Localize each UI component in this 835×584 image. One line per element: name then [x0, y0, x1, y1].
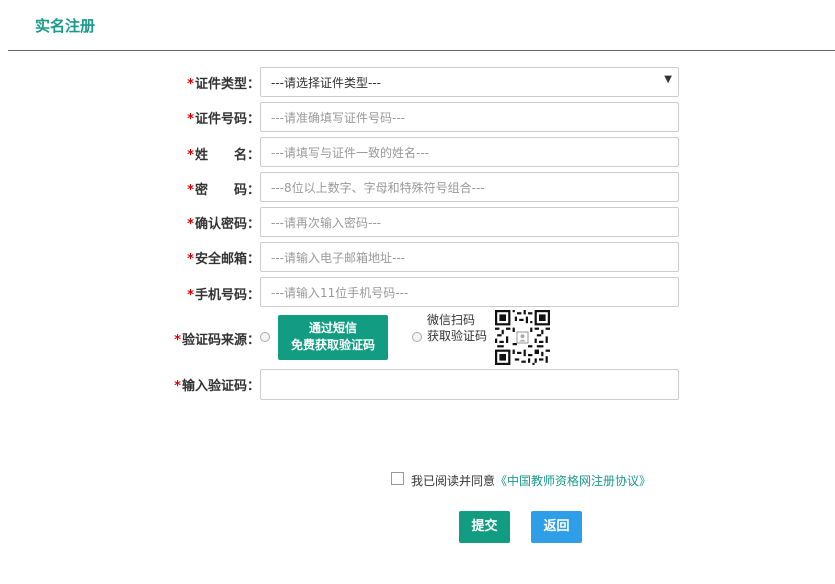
name-input[interactable]: ---请填写与证件一致的姓名--- — [260, 137, 679, 167]
confirm-password-label: *确认密码： — [187, 217, 260, 232]
phone-placeholder: ---请输入11位手机号码--- — [271, 286, 409, 300]
code-source-label: *验证码来源： — [174, 333, 260, 348]
sms-code-button[interactable]: 通过短信 免费获取验证码 — [278, 315, 388, 360]
password-placeholder: ---8位以上数字、字母和特殊符号组合--- — [271, 181, 485, 195]
id-type-label: *证件类型： — [187, 77, 260, 92]
email-input[interactable]: ---请输入电子邮箱地址--- — [260, 242, 679, 272]
id-type-select[interactable]: ---请选择证件类型--- ▼ — [260, 67, 679, 97]
code-input-label: *输入验证码： — [174, 379, 260, 394]
back-button[interactable]: 返回 — [531, 511, 582, 543]
chevron-down-icon: ▼ — [664, 74, 672, 85]
confirm-password-placeholder: ---请再次输入密码--- — [271, 216, 381, 230]
page-title: 实名注册 — [35, 17, 96, 35]
wechat-radio[interactable] — [412, 332, 422, 342]
email-placeholder: ---请输入电子邮箱地址--- — [271, 251, 405, 265]
id-number-label: *证件号码： — [187, 112, 260, 127]
password-input[interactable]: ---8位以上数字、字母和特殊符号组合--- — [260, 172, 679, 202]
confirm-password-input[interactable]: ---请再次输入密码--- — [260, 207, 679, 237]
id-number-input[interactable]: ---请准确填写证件号码--- — [260, 102, 679, 132]
header-divider — [8, 50, 835, 51]
id-number-placeholder: ---请准确填写证件号码--- — [271, 111, 405, 125]
email-label: *安全邮箱： — [187, 252, 260, 267]
agreement-checkbox[interactable] — [391, 472, 404, 485]
sms-radio[interactable] — [260, 332, 270, 342]
name-placeholder: ---请填写与证件一致的姓名--- — [271, 146, 429, 160]
name-label: *姓 名： — [187, 148, 260, 163]
password-label: *密 码： — [187, 183, 260, 198]
phone-input[interactable]: ---请输入11位手机号码--- — [260, 277, 679, 307]
submit-button[interactable]: 提交 — [459, 511, 510, 543]
qr-code-icon — [495, 310, 550, 365]
id-type-value: ---请选择证件类型--- — [271, 76, 381, 90]
agreement-text: 我已阅读并同意《中国教师资格网注册协议》 — [411, 474, 652, 488]
wechat-option-label: 微信扫码 获取验证码 — [427, 313, 488, 343]
phone-label: *手机号码： — [187, 288, 260, 303]
code-input[interactable] — [260, 369, 679, 400]
agreement-link[interactable]: 《中国教师资格网注册协议》 — [495, 474, 651, 488]
